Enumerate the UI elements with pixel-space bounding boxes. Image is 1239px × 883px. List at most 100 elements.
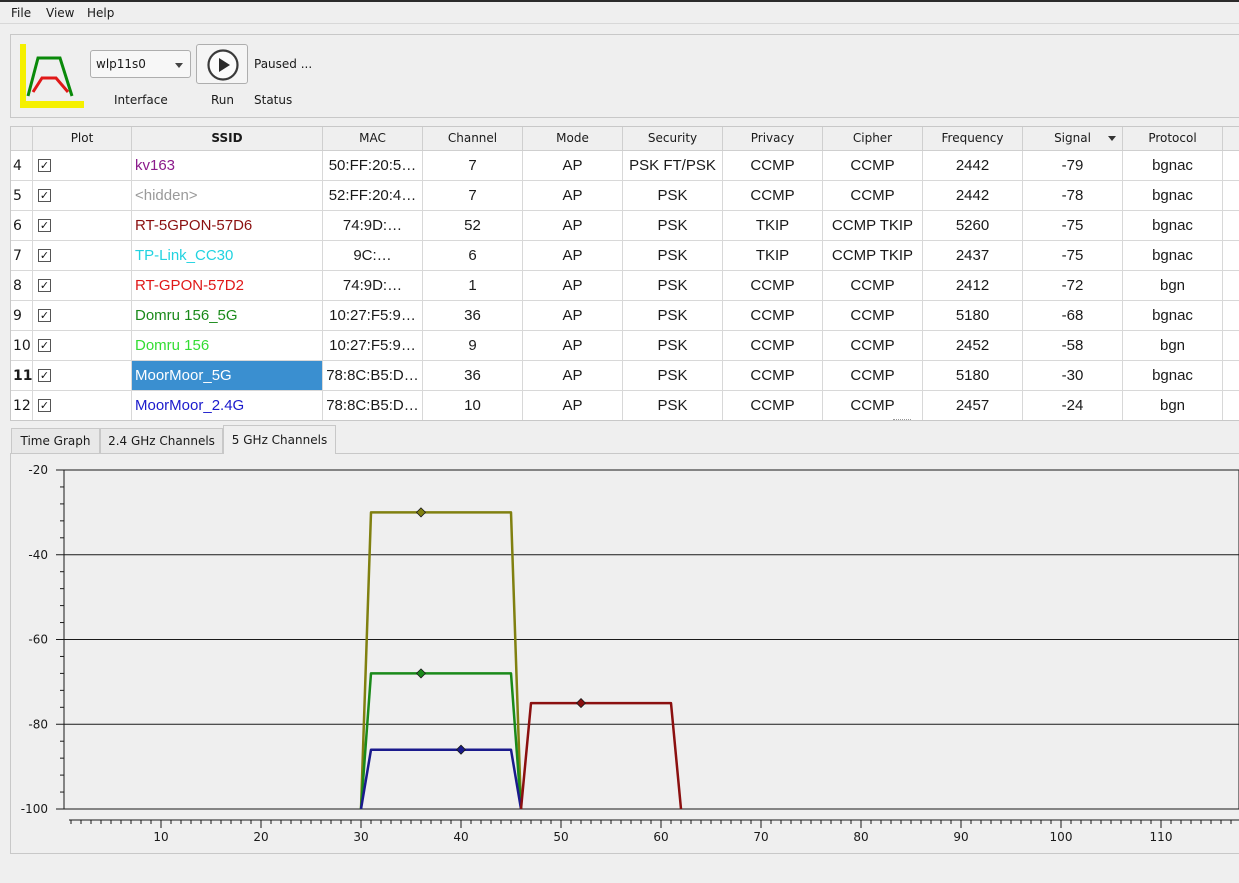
signal-cell: -68 bbox=[1023, 301, 1123, 331]
cipher-cell: CCMP bbox=[823, 361, 923, 391]
table-row[interactable]: 11 ✓ MoorMoor_5G 78:8C:B5:D… 36 AP PSK CCMP CCMP… bbox=[11, 361, 1239, 391]
row-number: 8 bbox=[11, 271, 33, 301]
mac-cell: 52:FF:20:4… bbox=[323, 181, 423, 211]
mode-cell: AP bbox=[523, 301, 623, 331]
signal-cell: -72 bbox=[1023, 271, 1123, 301]
cipher-cell: CCMP bbox=[823, 181, 923, 211]
column-header-mac[interactable]: MAC bbox=[323, 127, 423, 151]
ssid-cell: RT-GPON-57D2 bbox=[132, 271, 323, 301]
plot-checkbox[interactable]: ✓ bbox=[38, 369, 51, 382]
window-bottom bbox=[0, 854, 1239, 883]
toolbar: wlp11s0 Paused ... Interface Run Status bbox=[10, 34, 1239, 118]
security-cell: PSK FT/PSK bbox=[623, 151, 723, 181]
row-number: 9 bbox=[11, 301, 33, 331]
interface-select[interactable]: wlp11s0 bbox=[90, 50, 191, 78]
column-header-protocol[interactable]: Protocol bbox=[1123, 127, 1223, 151]
signal-cell: -58 bbox=[1023, 331, 1123, 361]
mode-cell: AP bbox=[523, 361, 623, 391]
x-tick-label: 50 bbox=[553, 830, 568, 844]
table-row[interactable]: 4 ✓ kv163 50:FF:20:5… 7 AP PSK FT/PSK CCMP CCMP 2… bbox=[11, 151, 1239, 181]
signal-cell: -79 bbox=[1023, 151, 1123, 181]
table-row[interactable]: 9 ✓ Domru 156_5G 10:27:F5:9… 36 AP PSK CCMP CCMP… bbox=[11, 301, 1239, 331]
row-filler bbox=[1223, 241, 1239, 271]
row-number: 6 bbox=[11, 211, 33, 241]
sort-descending-icon bbox=[1108, 136, 1116, 141]
channel-cell: 36 bbox=[423, 301, 523, 331]
signal-cell: -75 bbox=[1023, 211, 1123, 241]
tab-2-4-ghz-channels[interactable]: 2.4 GHz Channels bbox=[100, 428, 223, 453]
plot-checkbox[interactable]: ✓ bbox=[38, 279, 51, 292]
cipher-cell: CCMP TKIP bbox=[823, 241, 923, 271]
table-row[interactable]: 7 ✓ TP-Link_CC30 9C:… 6 AP PSK TKIP CCMP TKIP 243… bbox=[11, 241, 1239, 271]
status-label: Status bbox=[254, 93, 293, 107]
row-filler bbox=[1223, 391, 1239, 420]
column-header-mode[interactable]: Mode bbox=[523, 127, 623, 151]
table-row[interactable]: 8 ✓ RT-GPON-57D2 74:9D:… 1 AP PSK CCMP CCMP 2412-… bbox=[11, 271, 1239, 301]
row-number: 7 bbox=[11, 241, 33, 271]
plot-checkbox[interactable]: ✓ bbox=[38, 249, 51, 262]
plot-checkbox[interactable]: ✓ bbox=[38, 189, 51, 202]
table-row[interactable]: 6 ✓ RT-5GPON-57D6 74:9D:… 52 AP PSK TKIP CCMP TK… bbox=[11, 211, 1239, 241]
tab-time-graph[interactable]: Time Graph bbox=[11, 428, 100, 453]
column-header-frequency[interactable]: Frequency bbox=[923, 127, 1023, 151]
column-header-privacy[interactable]: Privacy bbox=[723, 127, 823, 151]
ssid-cell: MoorMoor_5G bbox=[132, 361, 323, 391]
security-cell: PSK bbox=[623, 241, 723, 271]
y-tick-label: -20 bbox=[28, 463, 48, 477]
plot-cell: ✓ bbox=[33, 241, 132, 271]
table-row[interactable]: 10 ✓ Domru 156 10:27:F5:9… 9 AP PSK CCMP CCMP 245… bbox=[11, 331, 1239, 361]
menu-bar: File View Help bbox=[0, 2, 1239, 24]
security-cell: PSK bbox=[623, 301, 723, 331]
ssid-cell: Domru 156 bbox=[132, 331, 323, 361]
privacy-cell: CCMP bbox=[723, 391, 823, 420]
column-header-cipher[interactable]: Cipher bbox=[823, 127, 923, 151]
ssid-cell: TP-Link_CC30 bbox=[132, 241, 323, 271]
security-cell: PSK bbox=[623, 361, 723, 391]
x-tick-label: 110 bbox=[1150, 830, 1173, 844]
y-tick-label: -100 bbox=[21, 802, 48, 816]
menu-file[interactable]: File bbox=[11, 6, 31, 20]
plot-checkbox[interactable]: ✓ bbox=[38, 309, 51, 322]
column-header-channel[interactable]: Channel bbox=[423, 127, 523, 151]
column-header-plot[interactable]: Plot bbox=[33, 127, 132, 151]
splitter-handle[interactable] bbox=[893, 419, 911, 422]
x-tick-label: 20 bbox=[253, 830, 268, 844]
row-filler bbox=[1223, 331, 1239, 361]
privacy-cell: CCMP bbox=[723, 271, 823, 301]
security-cell: PSK bbox=[623, 271, 723, 301]
signal-cell: -30 bbox=[1023, 361, 1123, 391]
row-filler bbox=[1223, 151, 1239, 181]
privacy-cell: CCMP bbox=[723, 301, 823, 331]
signal-cell: -78 bbox=[1023, 181, 1123, 211]
protocol-cell: bgnac bbox=[1123, 181, 1223, 211]
column-header-signal[interactable]: Signal bbox=[1023, 127, 1123, 151]
table-row[interactable]: 5 ✓ <hidden> 52:FF:20:4… 7 AP PSK CCMP CCMP 2442-… bbox=[11, 181, 1239, 211]
plot-cell: ✓ bbox=[33, 181, 132, 211]
mode-cell: AP bbox=[523, 211, 623, 241]
protocol-cell: bgnac bbox=[1123, 301, 1223, 331]
chevron-down-icon bbox=[175, 63, 183, 68]
run-button[interactable] bbox=[196, 44, 248, 84]
mode-cell: AP bbox=[523, 331, 623, 361]
menu-help[interactable]: Help bbox=[87, 6, 114, 20]
x-tick-label: 100 bbox=[1050, 830, 1073, 844]
ssid-cell: MoorMoor_2.4G bbox=[132, 391, 323, 420]
mac-cell: 78:8C:B5:D… bbox=[323, 391, 423, 420]
ssid-cell: <hidden> bbox=[132, 181, 323, 211]
protocol-cell: bgnac bbox=[1123, 211, 1223, 241]
plot-checkbox[interactable]: ✓ bbox=[38, 159, 51, 172]
channel-cell: 10 bbox=[423, 391, 523, 420]
mode-cell: AP bbox=[523, 241, 623, 271]
header-filler bbox=[1223, 127, 1239, 151]
tab-5-ghz-channels[interactable]: 5 GHz Channels bbox=[223, 425, 336, 454]
frequency-cell: 2452 bbox=[923, 331, 1023, 361]
column-header-security[interactable]: Security bbox=[623, 127, 723, 151]
plot-checkbox[interactable]: ✓ bbox=[38, 399, 51, 412]
menu-view[interactable]: View bbox=[46, 6, 74, 20]
table-row[interactable]: 12 ✓ MoorMoor_2.4G 78:8C:B5:D… 10 AP PSK CCMP CC… bbox=[11, 391, 1239, 420]
plot-checkbox[interactable]: ✓ bbox=[38, 339, 51, 352]
protocol-cell: bgnac bbox=[1123, 151, 1223, 181]
column-header-ssid[interactable]: SSID bbox=[132, 127, 323, 151]
plot-checkbox[interactable]: ✓ bbox=[38, 219, 51, 232]
plot-cell: ✓ bbox=[33, 301, 132, 331]
